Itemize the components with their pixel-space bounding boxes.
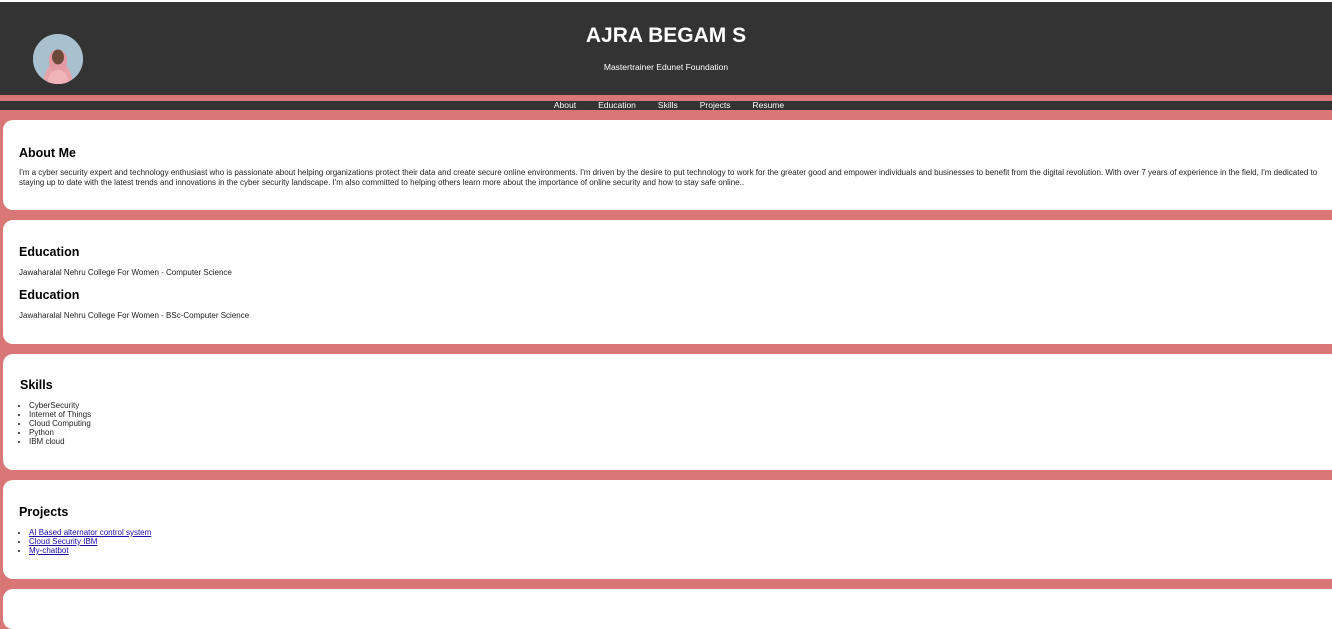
nav-link-resume[interactable]: Resume xyxy=(752,101,784,110)
skill-item: Internet of Things xyxy=(29,410,91,419)
site-header: AJRA BEGAM S Mastertrainer Edunet Founda… xyxy=(0,2,1332,95)
education-heading-2: Education xyxy=(19,288,80,302)
education-item-2: Jawaharalal Nehru College For Women - BS… xyxy=(19,311,250,320)
main-nav: About Education Skills Projects Resume xyxy=(0,101,1332,110)
resume-section xyxy=(3,589,1332,629)
projects-section: Projects AI Based alternator control sys… xyxy=(3,480,1332,579)
project-item: Cloud Security IBM xyxy=(29,537,151,546)
nav-link-projects[interactable]: Projects xyxy=(700,101,731,110)
nav-link-about[interactable]: About xyxy=(554,101,576,110)
skill-item: Cloud Computing xyxy=(29,419,91,428)
skill-item: IBM cloud xyxy=(29,437,91,446)
about-heading: About Me xyxy=(19,146,76,160)
project-item: AI Based alternator control system xyxy=(29,528,151,537)
page-title: AJRA BEGAM S xyxy=(585,24,747,47)
skills-list: CyberSecurity Internet of Things Cloud C… xyxy=(29,401,91,446)
project-link[interactable]: Cloud Security IBM xyxy=(29,537,97,546)
projects-heading: Projects xyxy=(19,505,69,519)
project-item: My-chatbot xyxy=(29,546,151,555)
projects-list: AI Based alternator control system Cloud… xyxy=(29,528,151,555)
skills-heading: Skills xyxy=(20,378,53,392)
skill-item: CyberSecurity xyxy=(29,401,91,410)
nav-link-skills[interactable]: Skills xyxy=(658,101,678,110)
education-section: Education Jawaharalal Nehru College For … xyxy=(3,220,1332,344)
project-link[interactable]: AI Based alternator control system xyxy=(29,528,151,537)
education-item-1: Jawaharalal Nehru College For Women - Co… xyxy=(19,268,232,277)
skill-item: Python xyxy=(29,428,91,437)
about-text: I'm a cyber security expert and technolo… xyxy=(19,168,1318,187)
skills-section: Skills CyberSecurity Internet of Things … xyxy=(3,354,1332,470)
about-section: About Me I'm a cyber security expert and… xyxy=(3,120,1332,210)
project-link[interactable]: My-chatbot xyxy=(29,546,69,555)
education-heading-1: Education xyxy=(19,245,80,259)
nav-link-education[interactable]: Education xyxy=(598,101,636,110)
page-subtitle: Mastertrainer Edunet Foundation xyxy=(603,62,729,72)
